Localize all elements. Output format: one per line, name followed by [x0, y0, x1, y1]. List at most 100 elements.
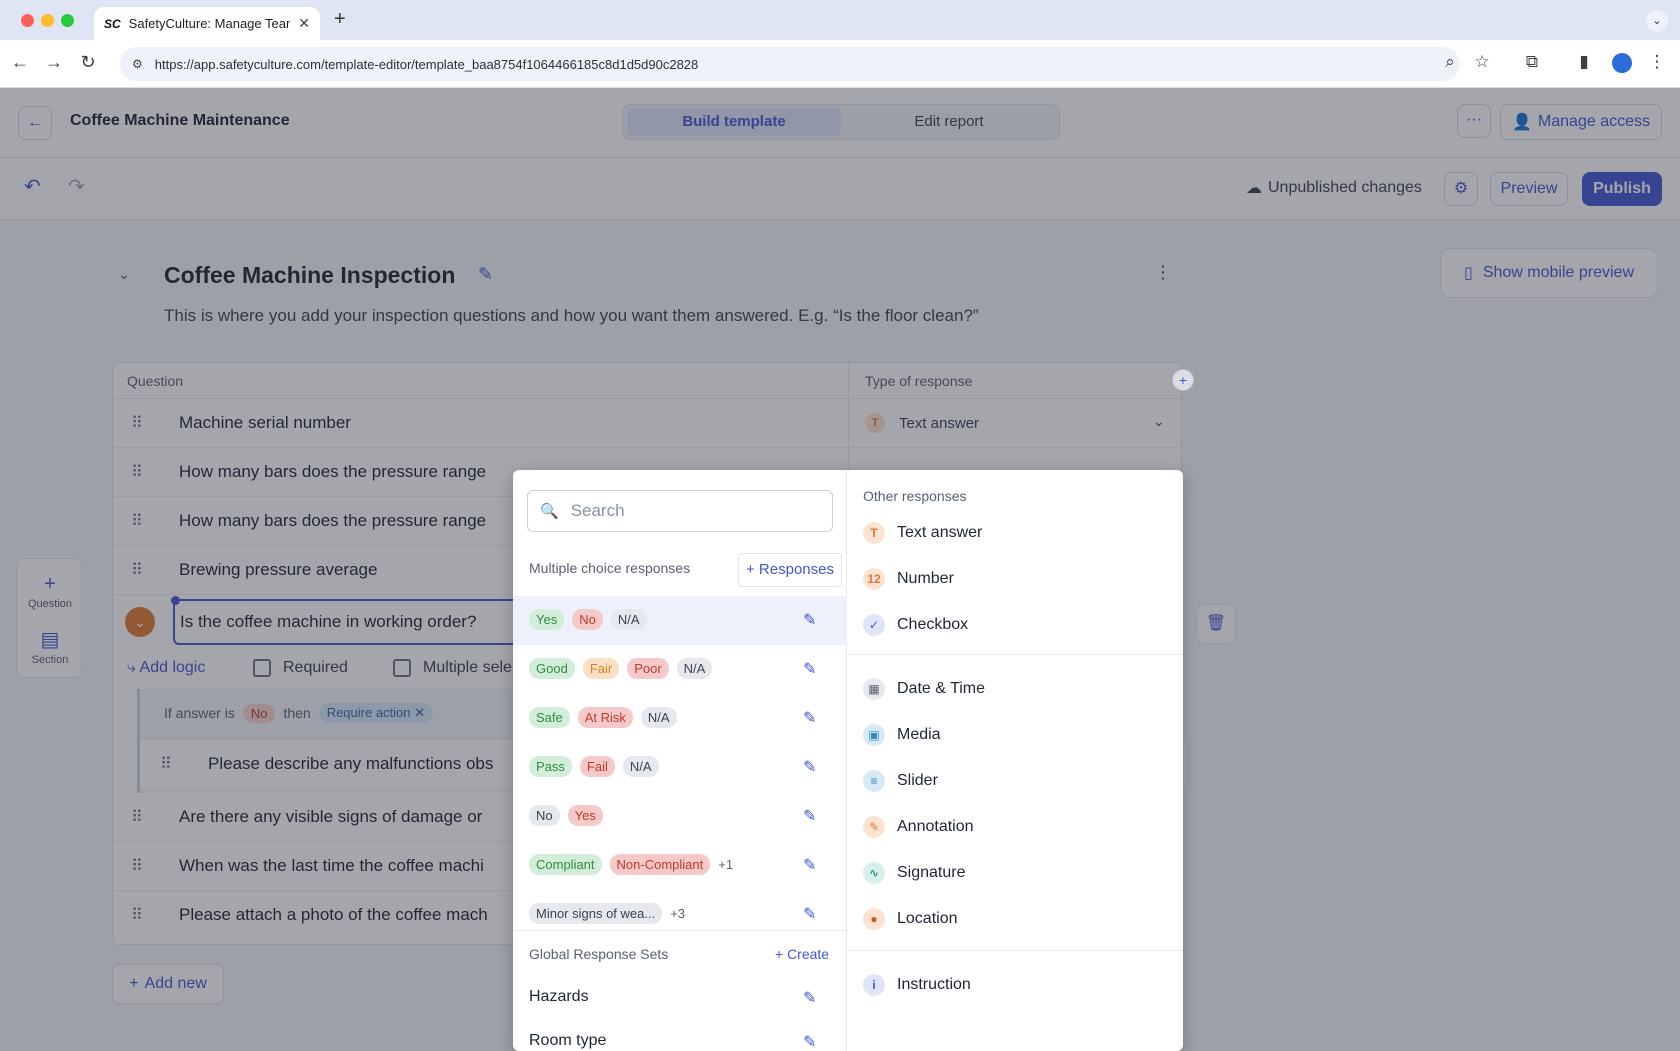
response-type-name: Date & Time	[897, 680, 986, 697]
response-type-name: Instruction	[897, 976, 971, 993]
response-type-icon: ∿	[863, 862, 885, 884]
response-chip: Fail	[579, 756, 615, 777]
minimize-window-button[interactable]	[41, 14, 54, 27]
tab-close-icon[interactable]: ✕	[298, 15, 310, 32]
response-type-name: Number	[897, 570, 954, 587]
response-chip: N/A	[640, 707, 677, 728]
more-count: +1	[718, 857, 734, 872]
global-response-sets-label: Global Response Sets	[529, 946, 669, 962]
divider	[847, 950, 1183, 951]
add-responses-button[interactable]: + Responses	[739, 554, 841, 586]
response-chip: At Risk	[577, 707, 633, 728]
pencil-icon[interactable]: ✎	[803, 708, 816, 728]
response-type-dropdown: 🔍 Search Multiple choice responses + Res…	[513, 470, 1183, 1051]
maximize-window-button[interactable]	[61, 14, 74, 27]
response-set-option[interactable]: Yes No N/A ✎	[513, 596, 847, 645]
extensions-icon[interactable]: ⧉	[1520, 52, 1544, 72]
response-chip: Poor	[627, 658, 669, 679]
new-tab-icon[interactable]: +	[334, 8, 346, 31]
pencil-icon[interactable]: ✎	[803, 757, 816, 777]
pencil-icon[interactable]: ✎	[803, 610, 816, 630]
browser-tab[interactable]: SC SafetyCulture: Manage Teams and... ✕	[94, 7, 320, 40]
address-bar: ← → ↻ ⚙ https://app.safetyculture.com/te…	[0, 40, 1680, 88]
response-set-option[interactable]: Good Fair Poor N/A ✎	[513, 645, 847, 694]
response-chips: Pass Fail N/A	[529, 756, 659, 777]
response-type-option[interactable]: ✓ Checkbox	[847, 602, 1183, 648]
response-set-name: Hazards	[529, 988, 589, 1005]
pencil-icon[interactable]: ✎	[803, 1032, 816, 1051]
url-text: https://app.safetyculture.com/template-e…	[154, 56, 699, 72]
reload-icon[interactable]: ↻	[76, 52, 100, 73]
response-type-name: Annotation	[897, 818, 974, 835]
response-chip: No	[529, 805, 560, 826]
response-type-icon: ≡	[863, 770, 885, 792]
add-column-plus-icon[interactable]: +	[1172, 369, 1194, 391]
response-type-option[interactable]: i Instruction	[847, 962, 1183, 1008]
response-type-icon: ✎	[863, 816, 885, 838]
response-chips: Yes No N/A	[529, 609, 647, 630]
response-set-option[interactable]: Pass Fail N/A ✎	[513, 743, 847, 792]
safetyculture-favicon-icon: SC	[104, 16, 121, 31]
create-response-set-button[interactable]: + Create	[775, 946, 829, 962]
browser-tab-bar: SC SafetyCulture: Manage Teams and... ✕ …	[0, 0, 1680, 40]
response-chip: Fair	[582, 658, 620, 679]
response-chip: Safe	[529, 707, 570, 728]
response-chip: Non-Compliant	[609, 854, 711, 875]
response-type-option[interactable]: ✎ Annotation	[847, 804, 1183, 850]
url-input[interactable]: ⚙ https://app.safetyculture.com/template…	[120, 47, 1460, 81]
response-type-name: Media	[897, 726, 941, 743]
response-type-icon: ▦	[863, 678, 885, 700]
response-type-option[interactable]: ● Location	[847, 896, 1183, 942]
multiple-choice-label: Multiple choice responses	[529, 560, 691, 576]
response-type-name: Location	[897, 910, 958, 927]
response-set-option[interactable]: No Yes ✎	[513, 792, 847, 841]
response-type-option[interactable]: 12 Number	[847, 556, 1183, 602]
response-type-icon: ✓	[863, 614, 885, 636]
bookmark-star-icon[interactable]: ☆	[1470, 52, 1494, 72]
pencil-icon[interactable]: ✎	[803, 904, 816, 924]
site-settings-icon[interactable]: ⚙	[132, 57, 143, 71]
response-type-option[interactable]: ▦ Date & Time	[847, 666, 1183, 712]
response-type-name: Checkbox	[897, 616, 969, 633]
response-set-option[interactable]: Compliant Non-Compliant +1 ✎	[513, 841, 847, 890]
search-input[interactable]: 🔍 Search	[527, 490, 833, 532]
zoom-icon[interactable]: ⌕	[1438, 52, 1462, 72]
response-chip: N/A	[676, 658, 713, 679]
profile-avatar[interactable]	[1612, 53, 1632, 73]
response-chip: N/A	[610, 609, 647, 630]
global-response-set-option[interactable]: Hazards ✎	[513, 978, 847, 1018]
response-type-option[interactable]: T Text answer	[847, 510, 1183, 556]
back-arrow-icon[interactable]: ←	[8, 52, 32, 73]
response-chips: No Yes	[529, 805, 603, 826]
response-type-option[interactable]: ▣ Media	[847, 712, 1183, 758]
response-chip: Good	[529, 658, 575, 679]
pencil-icon[interactable]: ✎	[803, 855, 816, 875]
global-response-set-option[interactable]: Room type ✎	[513, 1022, 847, 1051]
response-set-option[interactable]: Minor signs of wea... +3 ✎	[513, 890, 847, 939]
browser-menu-icon[interactable]: ⋮	[1645, 52, 1669, 72]
response-chip: Compliant	[529, 854, 602, 875]
response-chip: Yes	[529, 609, 565, 630]
tab-search-chevron-icon[interactable]: ⌄	[1646, 10, 1668, 32]
response-type-option[interactable]: ≡ Slider	[847, 758, 1183, 804]
response-type-icon: ▣	[863, 724, 885, 746]
pencil-icon[interactable]: ✎	[803, 988, 816, 1008]
response-set-option[interactable]: Safe At Risk N/A ✎	[513, 694, 847, 743]
side-panel-icon[interactable]: ▮	[1572, 52, 1596, 72]
close-window-button[interactable]	[21, 14, 34, 27]
response-type-icon: i	[863, 974, 885, 996]
response-type-name: Slider	[897, 772, 938, 789]
response-type-icon: 12	[863, 568, 885, 590]
divider	[847, 654, 1183, 655]
response-chip: Pass	[529, 756, 572, 777]
pencil-icon[interactable]: ✎	[803, 659, 816, 679]
response-type-option[interactable]: ∿ Signature	[847, 850, 1183, 896]
response-type-name: Text answer	[897, 524, 983, 541]
other-responses-panel: Other responses T Text answer 12 Number ✓ Che…	[847, 470, 1183, 1051]
multiple-choice-panel: 🔍 Search Multiple choice responses + Res…	[513, 470, 847, 1051]
forward-arrow-icon[interactable]: →	[42, 52, 66, 73]
response-chips: Good Fair Poor N/A	[529, 658, 713, 679]
response-chips: Compliant Non-Compliant +1	[529, 854, 733, 875]
response-chip: N/A	[622, 756, 659, 777]
pencil-icon[interactable]: ✎	[803, 806, 816, 826]
